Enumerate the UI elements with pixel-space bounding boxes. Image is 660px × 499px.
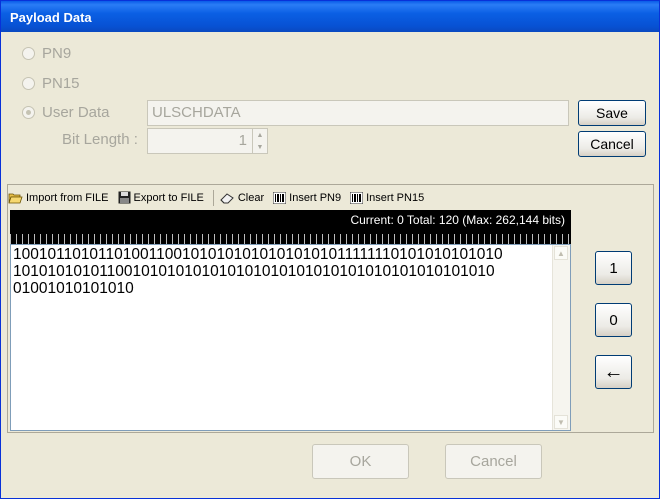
bit-status: Current: 0 Total: 120 (Max: 262,144 bits… <box>350 213 565 227</box>
backspace-arrow-icon: ← <box>603 360 624 383</box>
spin-down-icon[interactable]: ▼ <box>253 141 267 153</box>
insert-one-button[interactable]: 1 <box>595 251 632 285</box>
import-button[interactable]: Import from FILE <box>8 192 109 204</box>
bit-text[interactable]: 1001011010110100110010101010101010101011… <box>13 246 549 297</box>
export-button[interactable]: Export to FILE <box>118 191 204 204</box>
bit-line: 1010101010110010101010101010101010101010… <box>13 263 495 280</box>
window-title: Payload Data <box>10 10 92 25</box>
bit-length-spin[interactable]: ▲ ▼ <box>252 129 267 153</box>
bit-ruler: Current: 0 Total: 120 (Max: 262,144 bits… <box>10 210 571 244</box>
scroll-up-icon[interactable]: ▲ <box>554 246 568 260</box>
bit-length-stepper[interactable]: 1 ▲ ▼ <box>147 128 268 154</box>
insert-pn9-label: Insert PN9 <box>289 191 342 204</box>
editor-scrollbar[interactable]: ▲ ▼ <box>552 245 570 430</box>
user-data-field[interactable]: ULSCHDATA <box>147 100 569 126</box>
pn15-label: PN15 <box>42 75 80 92</box>
pn9-label: PN9 <box>42 45 72 62</box>
spin-up-icon[interactable]: ▲ <box>253 129 267 141</box>
insert-pn9-button[interactable]: Insert PN9 <box>273 191 342 204</box>
editor-toolbar: Import from FILE Export to FILE Clear In… <box>8 187 433 208</box>
title-bar[interactable]: Payload Data <box>1 1 659 32</box>
bit-line: 1001011010110100110010101010101010101011… <box>13 246 503 263</box>
insert-pn15-button[interactable]: Insert PN15 <box>350 191 425 204</box>
pn9-radio[interactable] <box>22 47 35 60</box>
insert-pn15-label: Insert PN15 <box>366 191 425 204</box>
scroll-down-icon[interactable]: ▼ <box>554 415 568 429</box>
clear-label: Clear <box>237 191 265 204</box>
floppy-disk-icon <box>118 191 131 204</box>
user-data-radio[interactable] <box>22 106 35 119</box>
bit-editor[interactable]: 1001011010110100110010101010101010101011… <box>10 244 571 431</box>
cancel-button[interactable]: Cancel <box>445 444 542 479</box>
user-data-label: User Data <box>42 104 110 121</box>
side-cancel-button[interactable]: Cancel <box>578 131 646 157</box>
toolbar-separator <box>212 189 214 206</box>
insert-zero-button[interactable]: 0 <box>595 303 632 337</box>
clear-button[interactable]: Clear <box>220 192 264 204</box>
ruler-ticks <box>10 234 571 244</box>
open-folder-icon <box>8 193 23 203</box>
pn15-radio[interactable] <box>22 77 35 90</box>
save-button[interactable]: Save <box>578 100 646 126</box>
eraser-icon <box>220 192 234 203</box>
user-data-value: ULSCHDATA <box>152 104 241 121</box>
backspace-button[interactable]: ← <box>595 355 632 389</box>
payload-data-dialog: Payload Data PN9 PN15 User Data ULSCHDAT… <box>0 0 660 499</box>
barcode-icon <box>273 191 287 204</box>
ok-button[interactable]: OK <box>312 444 409 479</box>
import-label: Import from FILE <box>26 191 109 204</box>
bit-length-value: 1 <box>238 132 247 149</box>
export-label: Export to FILE <box>133 191 204 204</box>
bit-line: 01001010101010 <box>13 280 134 297</box>
bit-length-label: Bit Length : <box>62 131 138 148</box>
barcode-icon <box>350 191 364 204</box>
